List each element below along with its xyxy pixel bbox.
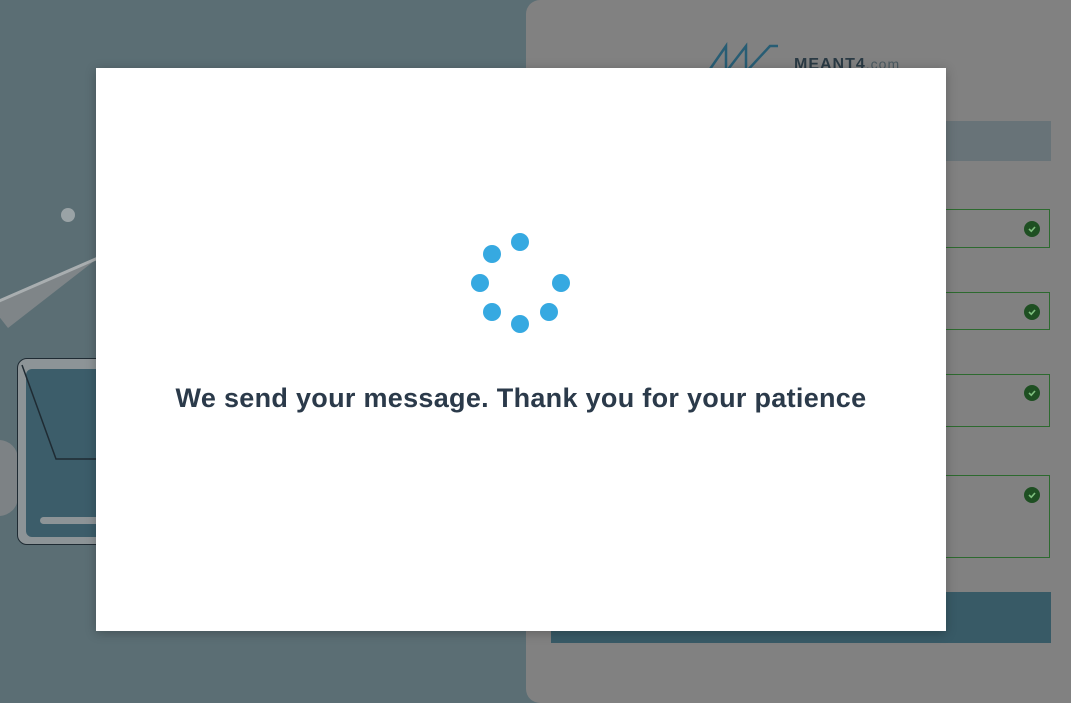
spinner-dot xyxy=(483,245,501,263)
spinner-dot xyxy=(471,274,489,292)
check-circle-icon xyxy=(1024,385,1040,401)
spinner-dot xyxy=(552,274,570,292)
modal-message: We send your message. Thank you for your… xyxy=(175,383,867,413)
sending-modal: We send your message. Thank you for your… xyxy=(96,68,946,631)
check-circle-icon xyxy=(1024,304,1040,320)
loading-dots-spinner-icon xyxy=(470,233,572,333)
spinner-dot xyxy=(511,233,529,251)
spinner-dot xyxy=(483,303,501,321)
illustration-dot xyxy=(61,208,75,222)
spinner-dot xyxy=(511,315,529,333)
illustration-shape xyxy=(0,440,18,516)
check-circle-icon xyxy=(1024,221,1040,237)
check-circle-icon xyxy=(1024,487,1040,503)
spinner-dot xyxy=(540,303,558,321)
page: MEANT4.com We send your message. Thank y… xyxy=(0,0,1071,703)
